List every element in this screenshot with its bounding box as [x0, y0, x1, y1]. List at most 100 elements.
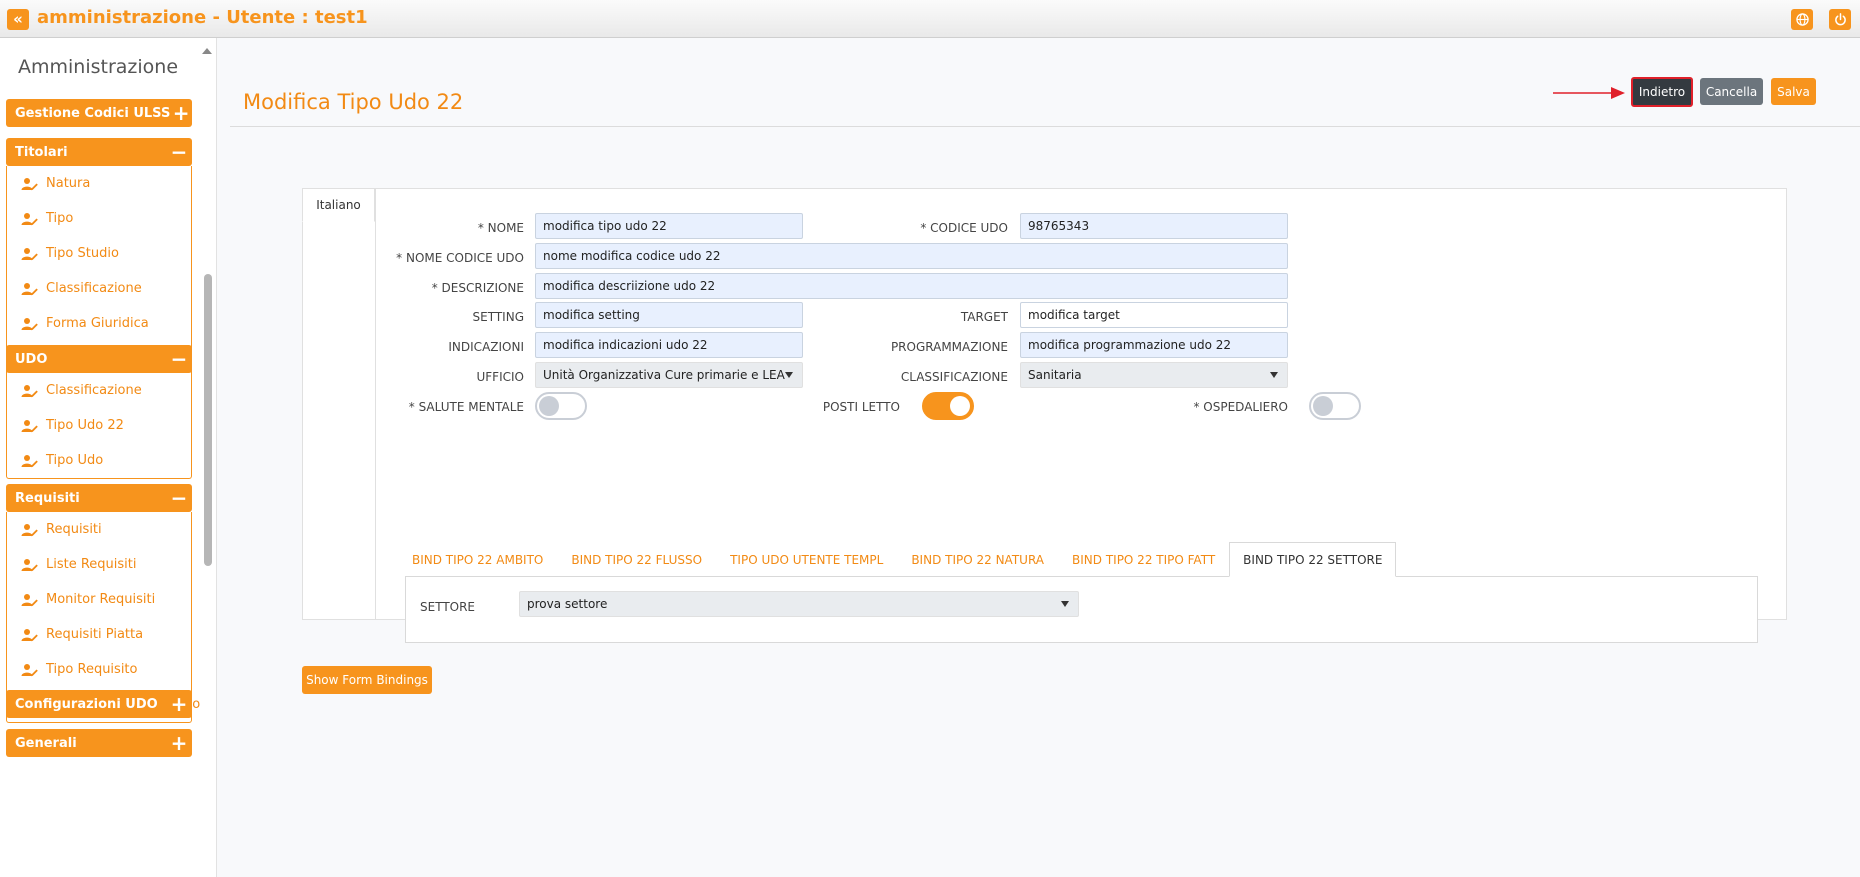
user-edit-icon: [21, 317, 38, 330]
user-edit-icon: [21, 177, 38, 190]
save-button[interactable]: Salva: [1771, 78, 1816, 105]
power-icon: [1834, 13, 1846, 26]
classificazione-select[interactable]: Sanitaria: [1020, 362, 1288, 388]
bind-tab[interactable]: BIND TIPO 22 NATURA: [897, 542, 1058, 577]
posti-letto-toggle[interactable]: [922, 392, 974, 420]
descrizione-input[interactable]: modifica descriizione udo 22: [535, 273, 1288, 299]
target-label: TARGET: [960, 310, 1008, 324]
bind-tab[interactable]: BIND TIPO 22 SETTORE: [1229, 542, 1397, 577]
logout-button[interactable]: [1829, 9, 1851, 30]
user-edit-icon: [21, 454, 38, 467]
user-edit-icon: [21, 419, 38, 432]
bind-tabs: BIND TIPO 22 AMBITO BIND TIPO 22 FLUSSO TI…: [398, 542, 1397, 577]
indicazioni-input[interactable]: modifica indicazioni udo 22: [535, 332, 803, 358]
collapse-icon: −: [170, 486, 188, 510]
sidebar-item-label: Tipo Udo 22: [46, 418, 124, 433]
sidebar-title: Amministrazione: [18, 56, 179, 78]
ospedaliero-toggle[interactable]: [1309, 392, 1361, 420]
tab-italiano[interactable]: Italiano: [302, 188, 375, 222]
sidebar-group-label: Gestione Codici ULSS: [15, 105, 171, 121]
settore-select[interactable]: prova settore: [519, 591, 1079, 617]
chevron-down-icon: [1270, 372, 1278, 378]
codice-udo-input[interactable]: 98765343: [1020, 213, 1288, 239]
sidebar-item-label: Monitor Requisiti: [46, 592, 156, 607]
toggle-knob: [539, 396, 559, 416]
sidebar-item-label: Forma Giuridica: [46, 316, 149, 331]
sidebar-item[interactable]: Tipo Udo: [7, 443, 191, 478]
classificazione-select-value: Sanitaria: [1028, 368, 1082, 382]
user-edit-icon: [21, 628, 38, 641]
setting-input[interactable]: modifica setting: [535, 302, 803, 328]
nome-codice-udo-label: * NOME CODICE UDO: [396, 251, 524, 265]
bind-tab[interactable]: BIND TIPO 22 FLUSSO: [557, 542, 716, 577]
sidebar-item[interactable]: Liste Requisiti: [7, 547, 191, 582]
sidebar-group-header[interactable]: UDO −: [6, 345, 192, 373]
sidebar-item-label: Liste Requisiti: [46, 557, 137, 572]
back-button[interactable]: Indietro: [1631, 77, 1693, 107]
app-title: amministrazione - Utente : test1: [37, 7, 368, 28]
sidebar-item[interactable]: Forma Giuridica: [7, 306, 191, 341]
setting-label: SETTING: [472, 310, 524, 324]
sidebar-scrollbar[interactable]: [204, 274, 212, 566]
sidebar-item[interactable]: Classificazione: [7, 271, 191, 306]
user-edit-icon: [21, 663, 38, 676]
bind-tab[interactable]: BIND TIPO 22 AMBITO: [398, 542, 557, 577]
user-edit-icon: [21, 593, 38, 606]
sidebar-item[interactable]: Monitor Requisiti: [7, 582, 191, 617]
bind-panel: SETTORE prova settore: [405, 576, 1758, 643]
language-button[interactable]: [1791, 9, 1813, 30]
sidebar-group-header[interactable]: Gestione Codici ULSS +: [6, 99, 192, 127]
expand-icon: +: [170, 692, 188, 716]
globe-icon: [1795, 13, 1809, 26]
collapse-icon: −: [170, 140, 188, 164]
sidebar-item[interactable]: Tipo Studio: [7, 236, 191, 271]
sidebar-item[interactable]: Natura: [7, 166, 191, 201]
ufficio-select[interactable]: Unità Organizzativa Cure primarie e LEA: [535, 362, 803, 388]
show-form-bindings-button[interactable]: Show Form Bindings: [302, 666, 432, 694]
sidebar-group-header[interactable]: Titolari −: [6, 138, 192, 166]
bind-tab[interactable]: TIPO UDO UTENTE TEMPL: [716, 542, 897, 577]
sidebar-group-header[interactable]: Configurazioni UDO +: [6, 690, 192, 718]
ufficio-label: UFFICIO: [476, 370, 525, 384]
sidebar-item-label: Natura: [46, 176, 91, 191]
sidebar-item[interactable]: Tipo: [7, 201, 191, 236]
sidebar-group-label: UDO: [15, 351, 48, 367]
sidebar-item[interactable]: Tipo Udo 22: [7, 408, 191, 443]
programmazione-input[interactable]: modifica programmazione udo 22: [1020, 332, 1288, 358]
user-edit-icon: [21, 282, 38, 295]
sidebar-group-label: Generali: [15, 735, 77, 751]
salute-mentale-toggle[interactable]: [535, 392, 587, 420]
sidebar-item[interactable]: Requisiti: [7, 512, 191, 547]
top-bar: « amministrazione - Utente : test1: [0, 0, 1860, 38]
nome-codice-udo-input[interactable]: nome modifica codice udo 22: [535, 243, 1288, 269]
sidebar-group-header[interactable]: Generali +: [6, 729, 192, 757]
scroll-up-arrow[interactable]: [202, 48, 212, 54]
posti-letto-label: POSTI LETTO: [822, 400, 900, 414]
sidebar-group-label: Configurazioni UDO: [15, 696, 158, 712]
cancel-button[interactable]: Cancella: [1700, 78, 1763, 105]
double-chevron-left-icon: «: [13, 10, 23, 28]
descrizione-label: * DESCRIZIONE: [431, 281, 524, 295]
sidebar-group-items: Classificazione Tipo Udo 22 Tipo Udo: [6, 373, 192, 479]
bind-tab[interactable]: BIND TIPO 22 TIPO FATT: [1058, 542, 1229, 577]
sidebar-item[interactable]: Classificazione: [7, 373, 191, 408]
user-edit-icon: [21, 523, 38, 536]
nome-input[interactable]: modifica tipo udo 22: [535, 213, 803, 239]
sidebar-item-label: Tipo Udo: [46, 453, 104, 468]
expand-icon: +: [172, 101, 190, 125]
user-edit-icon: [21, 247, 38, 260]
expand-icon: +: [170, 731, 188, 755]
sidebar-item[interactable]: Tipo Requisito: [7, 652, 191, 687]
toggle-knob: [950, 396, 970, 416]
indicazioni-label: INDICAZIONI: [448, 340, 524, 354]
sidebar-item-label: Requisiti: [46, 522, 102, 537]
sidebar-item-label: Classificazione: [46, 281, 142, 296]
sidebar-item[interactable]: Requisiti Piatta: [7, 617, 191, 652]
sidebar-group-header[interactable]: Requisiti −: [6, 484, 192, 512]
target-input[interactable]: modifica target: [1020, 302, 1288, 328]
chevron-down-icon: [785, 372, 793, 378]
sidebar-item-label: Tipo Studio: [46, 246, 119, 261]
sidebar-item-label: Tipo Requisito: [46, 662, 138, 677]
main-content: Modifica Tipo Udo 22 Indietro Cancella S…: [218, 38, 1860, 877]
collapse-sidebar-button[interactable]: «: [7, 9, 29, 30]
